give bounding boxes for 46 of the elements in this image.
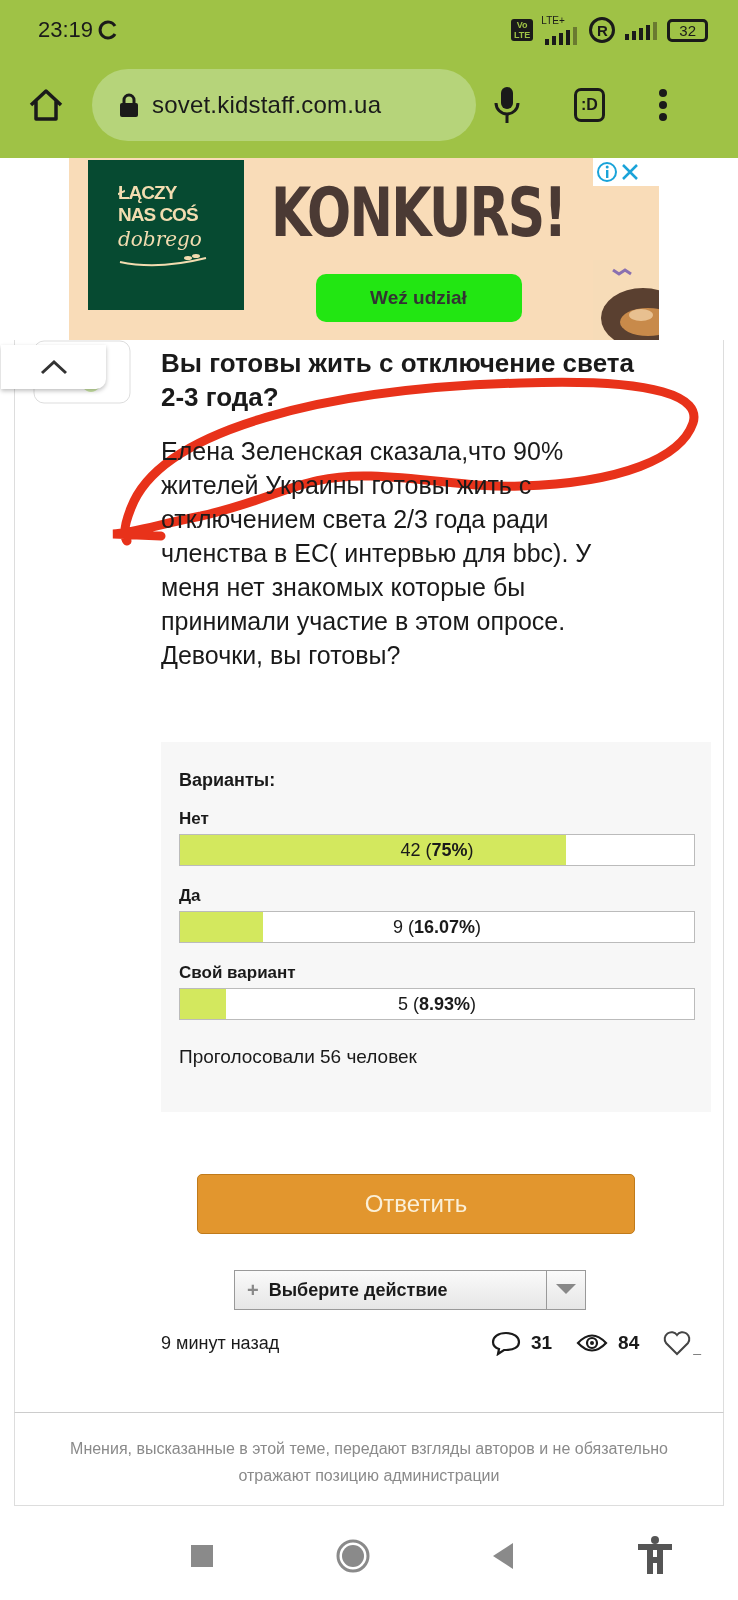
result-text: 9 (16.07%)	[391, 916, 483, 939]
poll-heading: Варианты:	[179, 770, 277, 791]
view-count: 84	[618, 1332, 640, 1354]
lock-icon	[118, 92, 140, 118]
result-text: 5 (8.93%)	[396, 993, 478, 1016]
eye-icon	[576, 1332, 609, 1354]
comment-icon	[490, 1330, 521, 1356]
chevron-up-icon	[38, 358, 69, 376]
option-label: Нет	[179, 809, 210, 829]
post-time: 9 минут назад	[161, 1332, 280, 1354]
plus-text: +	[247, 1278, 259, 1302]
info-icon[interactable]	[596, 161, 618, 183]
recents-icon[interactable]	[190, 1544, 214, 1568]
logo-text: dobrego	[118, 226, 203, 252]
battery-indicator: 32	[667, 18, 708, 42]
url-text: sovet.kidstaff.com.ua	[152, 91, 382, 119]
comment-count: 31	[530, 1332, 553, 1354]
home-circle-icon[interactable]	[335, 1539, 370, 1573]
clock-time: 23:19	[38, 17, 94, 43]
option-label: Свой вариант	[179, 963, 297, 983]
ad-button[interactable]: Weź udział	[315, 274, 522, 322]
signal-icon	[623, 20, 660, 40]
roaming-indicator: R	[589, 17, 616, 43]
like-count: _	[693, 1340, 701, 1356]
back-icon[interactable]	[491, 1542, 516, 1570]
accessibility-icon[interactable]	[636, 1536, 673, 1576]
logo-text: ŁĄCZY	[118, 182, 178, 204]
scroll-up-button[interactable]	[1, 345, 106, 389]
volte-text: Vo	[516, 20, 528, 30]
option-label: Да	[179, 886, 202, 906]
close-icon[interactable]	[620, 162, 640, 182]
microphone-icon[interactable]	[492, 85, 522, 125]
logo-text: NAS COŚ	[118, 204, 199, 226]
disclaimer-text: Мнения, высказанные в этой теме, передают взгляды авторов и не обязательно отражают позицию администрации	[69, 1439, 669, 1486]
ad-headline: KONKURS!	[271, 172, 566, 254]
dropdown-value: Выберите действие	[268, 1279, 449, 1301]
result-text: 42 (75%)	[399, 839, 475, 862]
caret-icon	[556, 1284, 576, 1296]
tabs-button[interactable]: :D	[574, 88, 605, 122]
network-type: LTE+	[541, 15, 565, 25]
volte-text: LTE	[513, 30, 531, 40]
address-bar[interactable]: sovet.kidstaff.com.ua	[92, 69, 476, 141]
action-dropdown[interactable]: + Выберите действие	[234, 1270, 586, 1310]
post-title: Вы готовы жить с отключение света 2-3 года?	[161, 347, 635, 414]
vote-count: Проголосовали 56 человек	[179, 1046, 418, 1068]
heart-icon[interactable]	[663, 1330, 692, 1356]
